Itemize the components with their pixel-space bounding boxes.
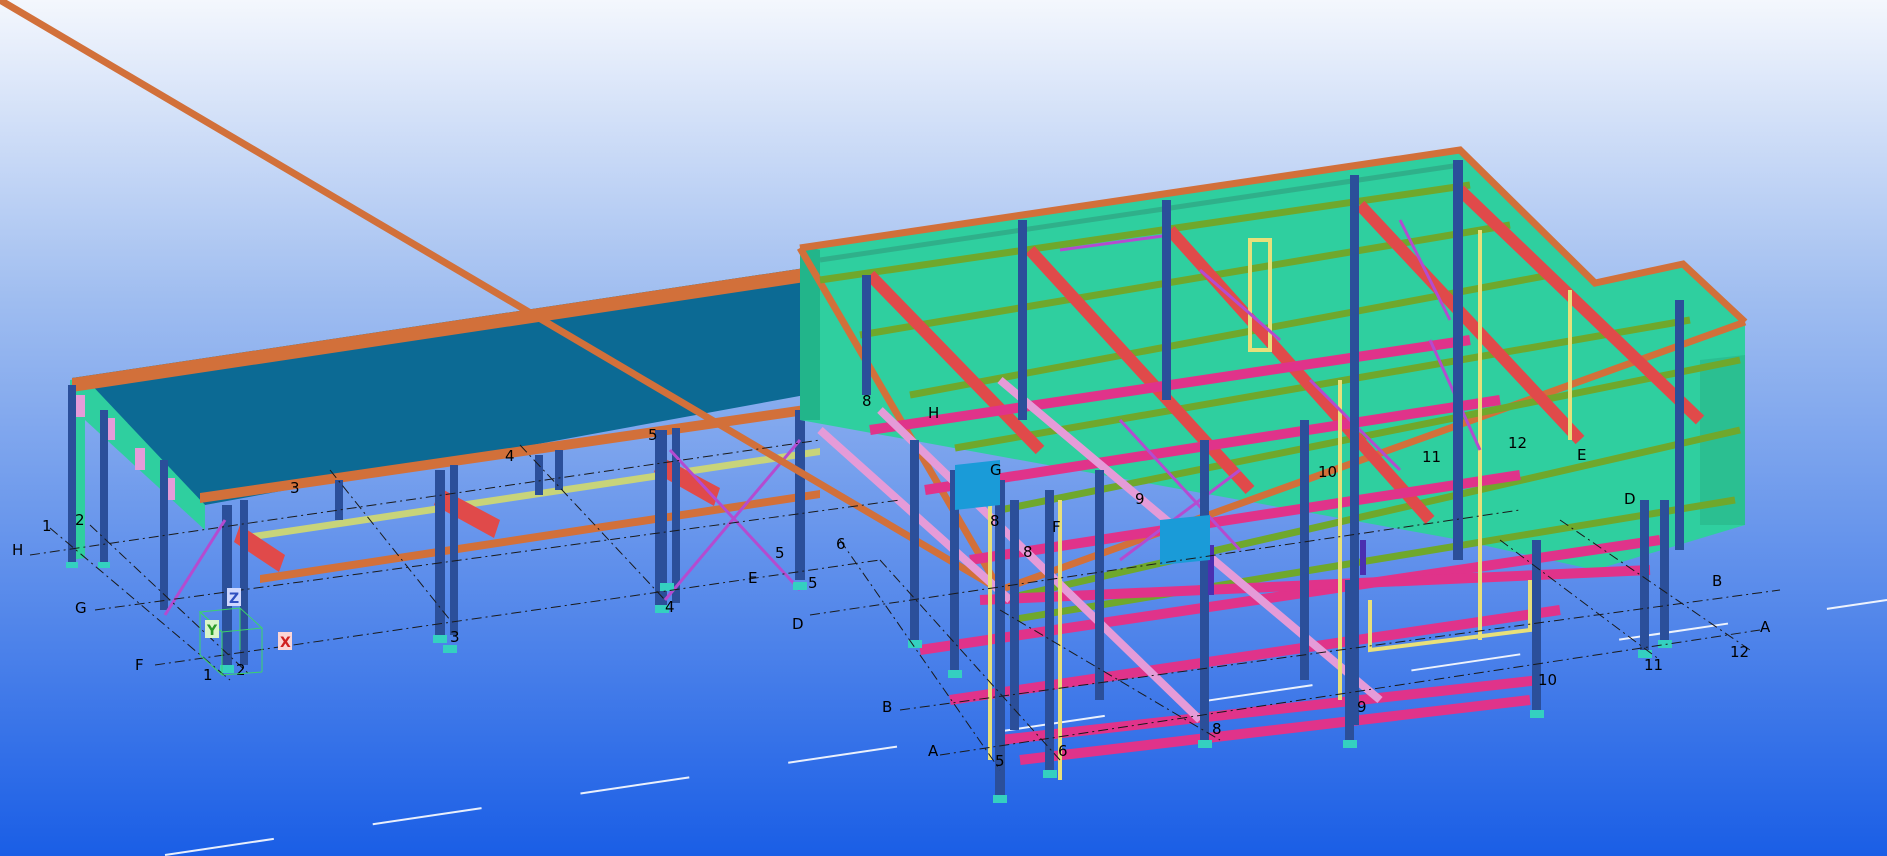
grid-label-3-base: 3 [450,628,460,646]
east-blue-panel-2 [1160,515,1210,565]
y-axis-label: Y [206,623,218,639]
grid-label-b-right: B [1712,572,1722,590]
model-viewport[interactable]: H G F 1 2 3 4 5 1 2 3 4 E D B A H G F 5 … [0,0,1887,856]
grid-label-1-base: 1 [203,666,213,684]
grid-label-9-base: 9 [1357,698,1367,716]
grid-label-a-right: A [1760,618,1771,636]
x-axis-label: X [280,635,291,651]
grid-label-10-base: 10 [1538,671,1557,689]
grid-label-8-mid: 8 [990,512,1000,530]
z-axis-label: Z [229,591,239,607]
grid-label-8-low: 8 [1023,543,1033,561]
grid-label-g-east: G [990,461,1002,479]
grid-label-11: 11 [1422,448,1441,466]
grid-label-11-base: 11 [1644,656,1663,674]
model-canvas[interactable]: H G F 1 2 3 4 5 1 2 3 4 E D B A H G F 5 … [0,0,1887,856]
grid-label-e: E [748,569,757,587]
grid-label-d-top: D [1624,490,1636,508]
grid-label-8-top: 8 [862,392,872,410]
grid-label-12: 12 [1508,434,1527,452]
grid-label-8-base: 8 [1212,720,1222,738]
grid-label-1: 1 [42,517,52,535]
grid-label-f-east: F [1052,518,1061,536]
grid-label-f: F [135,656,144,674]
grid-label-4: 4 [505,447,515,465]
grid-label-5-base: 5 [995,752,1005,770]
grid-label-5-east: 5 [775,544,785,562]
grid-label-9: 9 [1135,490,1145,508]
grid-label-2-base: 2 [236,661,246,679]
grid-label-5b-east: 5 [808,574,818,592]
grid-label-12-base: 12 [1730,643,1749,661]
grid-label-a: A [928,742,939,760]
grid-label-h-east: H [928,404,939,422]
grid-label-2: 2 [75,511,85,529]
east-dark-member-2 [1360,540,1366,575]
grid-label-g: G [75,599,87,617]
grid-label-6-base: 6 [1058,742,1068,760]
grid-label-e-top: E [1577,446,1586,464]
grid-label-10: 10 [1318,463,1337,481]
grid-label-h: H [12,541,23,559]
grid-label-d: D [792,615,804,633]
grid-label-b: B [882,698,892,716]
grid-label-3: 3 [290,479,300,497]
grid-label-6-east: 6 [836,535,846,553]
grid-label-5: 5 [648,426,658,444]
grid-label-4-base: 4 [665,598,675,616]
